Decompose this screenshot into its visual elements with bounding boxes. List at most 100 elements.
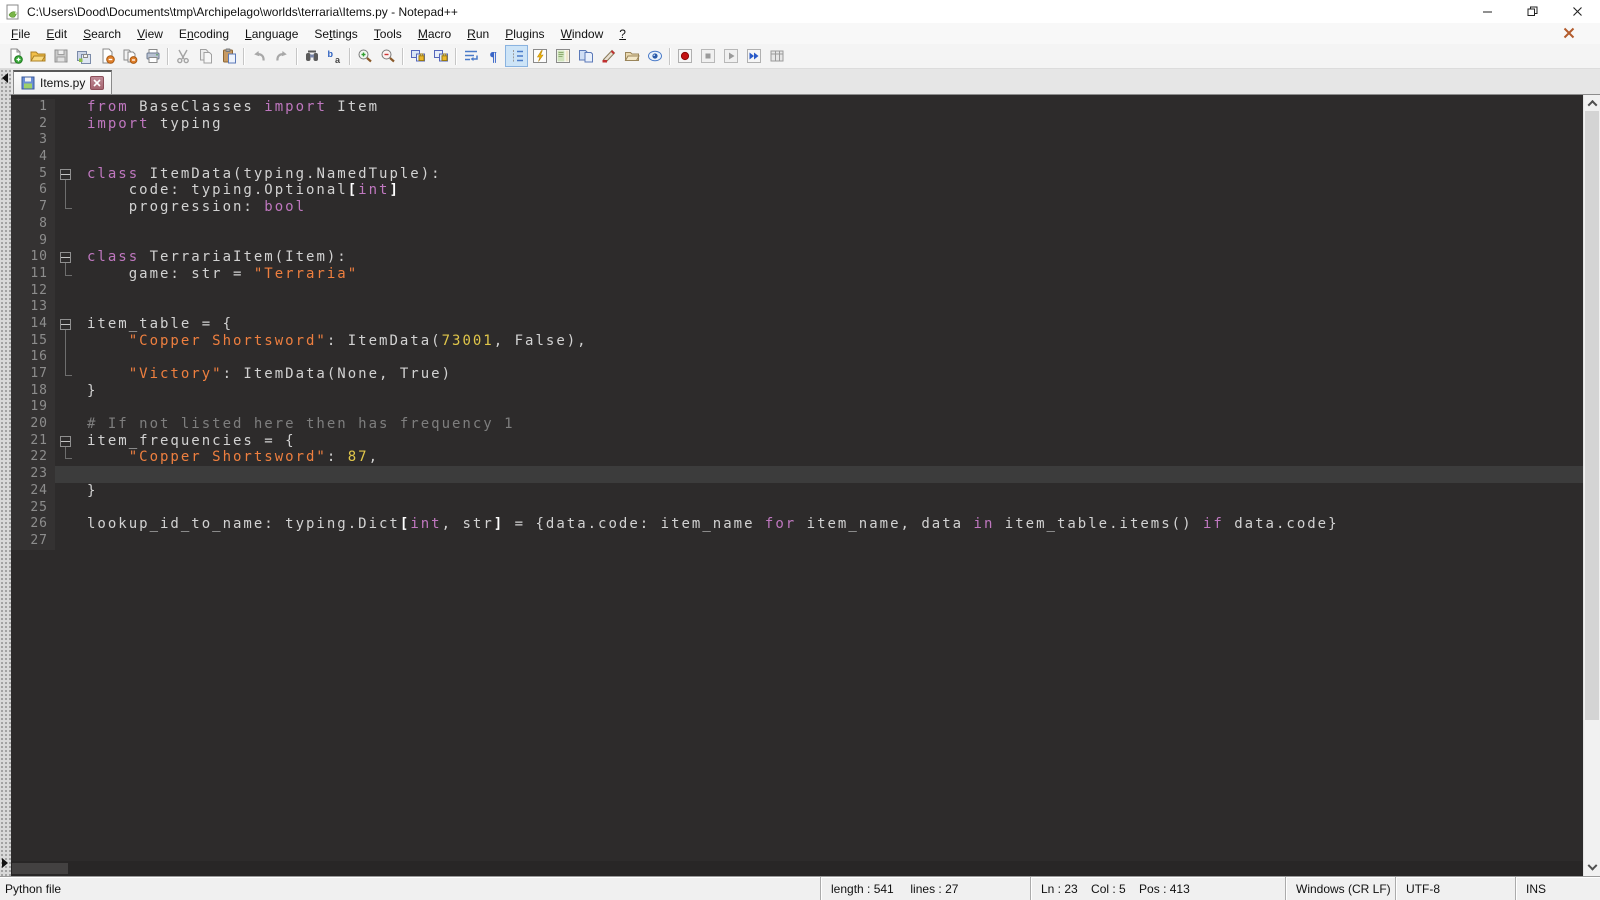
word-wrap-button[interactable] [459,45,482,67]
menu-item-language[interactable]: Language [237,25,306,43]
restore-button[interactable] [1510,0,1555,23]
save-all-button[interactable] [72,45,95,67]
close-button[interactable] [1555,0,1600,23]
status-encoding[interactable]: UTF-8 [1395,877,1515,900]
menu-item-tools[interactable]: Tools [366,25,410,43]
zoom-in-button[interactable] [353,45,376,67]
sync-horizontal-scroll-button[interactable] [429,45,452,67]
monitoring-icon [647,48,663,64]
code-line-1[interactable]: 1from BaseClasses import Item [11,99,1583,116]
style-marker-button[interactable] [597,45,620,67]
code-line-24[interactable]: 24} [11,483,1583,500]
open-file-icon [30,48,46,64]
paste-button[interactable] [217,45,240,67]
code-line-4[interactable]: 4 [11,149,1583,166]
cut-button [171,45,194,67]
document-close-icon[interactable] [1562,26,1576,40]
fold-collapse-icon[interactable] [55,249,81,266]
zoom-out-button[interactable] [376,45,399,67]
code-editor[interactable]: 1from BaseClasses import Item2import typ… [11,95,1583,861]
code-line-15[interactable]: 15 "Copper Shortsword": ItemData(73001, … [11,333,1583,350]
tab-items-py[interactable]: Items.py [13,70,112,94]
code-line-23[interactable]: 23 [11,466,1583,483]
menu-item-search[interactable]: Search [75,25,129,43]
code-line-14[interactable]: 14item_table = { [11,316,1583,333]
code-line-17[interactable]: 17 "Victory": ItemData(None, True) [11,366,1583,383]
fold-collapse-icon[interactable] [55,316,81,333]
code-line-5[interactable]: 5class ItemData(typing.NamedTuple): [11,166,1583,183]
menu-item-run[interactable]: Run [459,25,497,43]
document-map-button[interactable] [551,45,574,67]
code-line-26[interactable]: 26lookup_id_to_name: typing.Dict[int, st… [11,516,1583,533]
new-file-button[interactable] [3,45,26,67]
function-list-button[interactable] [528,45,551,67]
show-all-characters-button[interactable]: ¶ [482,45,505,67]
doc-switcher-button[interactable] [574,45,597,67]
horizontal-scrollbar[interactable] [11,861,1583,876]
menu-item-encoding[interactable]: Encoding [171,25,237,43]
code-line-10[interactable]: 10class TerrariaItem(Item): [11,249,1583,266]
scroll-up-button[interactable] [1584,95,1600,111]
code-line-7[interactable]: 7 progression: bool [11,199,1583,216]
code-line-16[interactable]: 16 [11,349,1583,366]
code-line-3[interactable]: 3 [11,132,1583,149]
open-file-button[interactable] [26,45,49,67]
monitoring-button[interactable] [643,45,666,67]
code-line-27[interactable]: 27 [11,533,1583,550]
code-line-2[interactable]: 2import typing [11,116,1583,133]
fold-collapse-icon[interactable] [55,166,81,183]
folder-workspace-button[interactable] [620,45,643,67]
code-line-22[interactable]: 22 "Copper Shortsword": 87, [11,449,1583,466]
menu-item-macro[interactable]: Macro [410,25,459,43]
fold-margin [55,416,81,433]
code-line-11[interactable]: 11 game: str = "Terraria" [11,266,1583,283]
replace-icon: ba [327,48,343,64]
fold-margin [55,182,81,199]
code-line-9[interactable]: 9 [11,233,1583,250]
tab-close-button[interactable] [90,76,104,90]
fold-collapse-icon[interactable] [55,433,81,450]
dock-arrow-right-icon[interactable] [2,858,8,868]
minimize-button[interactable] [1465,0,1510,23]
document-map-icon [555,48,571,64]
sync-vertical-scroll-button[interactable] [406,45,429,67]
replace-button[interactable]: ba [323,45,346,67]
toolbar-separator [402,48,403,65]
scroll-down-button[interactable] [1584,860,1600,876]
code-line-8[interactable]: 8 [11,216,1583,233]
cut-icon [175,48,191,64]
close-all-button[interactable] [118,45,141,67]
print-button[interactable] [141,45,164,67]
toolbar-separator [243,48,244,65]
menu-item-plugins[interactable]: Plugins [497,25,552,43]
dock-arrow-left-icon[interactable] [2,73,8,83]
vertical-scrollbar[interactable] [1583,95,1600,876]
macro-record-button[interactable] [673,45,696,67]
code-line-21[interactable]: 21item_frequencies = { [11,433,1583,450]
vertical-scrollbar-thumb[interactable] [1585,111,1599,720]
status-eol-format[interactable]: Windows (CR LF) [1285,877,1395,900]
horizontal-scrollbar-thumb[interactable] [12,863,68,874]
code-line-20[interactable]: 20# If not listed here then has frequenc… [11,416,1583,433]
toolbar-separator [349,48,350,65]
code-text: item_frequencies = { [81,433,1583,450]
macro-run-multiple-button[interactable] [742,45,765,67]
code-line-19[interactable]: 19 [11,399,1583,416]
menu-item-window[interactable]: Window [553,25,612,43]
code-text: } [81,483,1583,500]
code-line-12[interactable]: 12 [11,283,1583,300]
close-file-button[interactable] [95,45,118,67]
menu-item-help[interactable]: ? [611,25,634,43]
code-line-6[interactable]: 6 code: typing.Optional[int] [11,182,1583,199]
code-line-25[interactable]: 25 [11,500,1583,517]
menu-item-file[interactable]: File [3,25,38,43]
code-line-13[interactable]: 13 [11,299,1583,316]
find-button[interactable] [300,45,323,67]
status-typing-mode[interactable]: INS [1515,877,1600,900]
indent-guide-button[interactable] [505,45,528,67]
code-text: "Victory": ItemData(None, True) [81,366,1583,383]
menu-item-edit[interactable]: Edit [38,25,75,43]
menu-item-view[interactable]: View [129,25,171,43]
code-line-18[interactable]: 18} [11,383,1583,400]
menu-item-settings[interactable]: Settings [306,25,365,43]
